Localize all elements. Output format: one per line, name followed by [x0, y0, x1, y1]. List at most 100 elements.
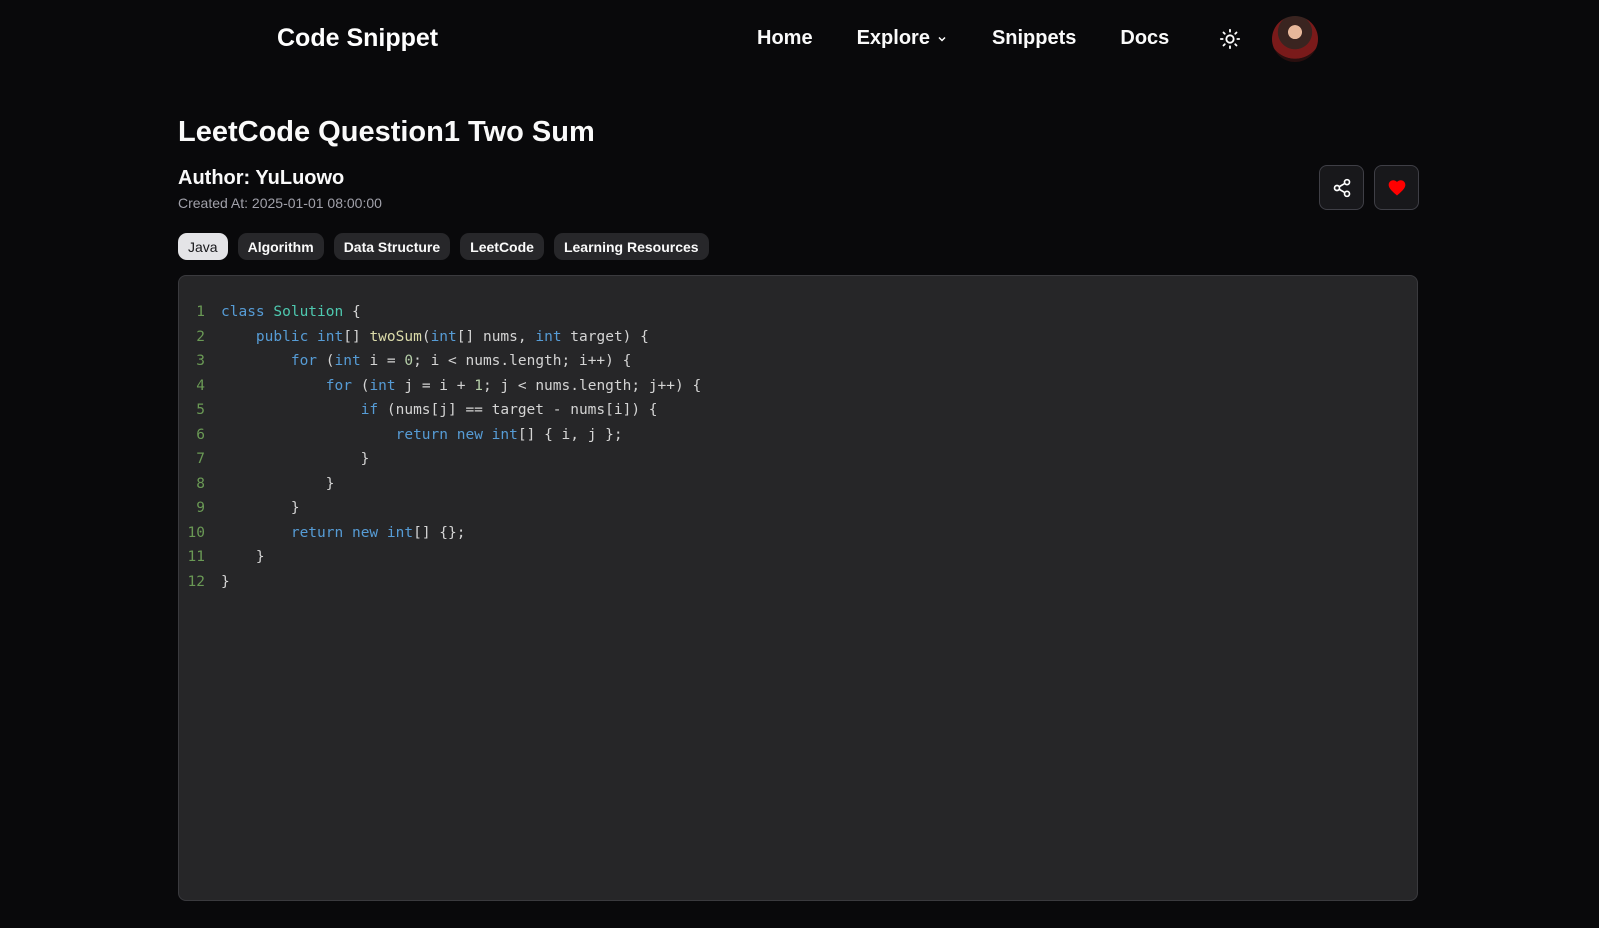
code-line: 12} [179, 570, 1417, 595]
code-token: [] { i, j }; [517, 426, 623, 443]
tag-java[interactable]: Java [178, 233, 228, 260]
code-token: target) { [561, 328, 649, 345]
code-token: [] {}; [413, 524, 466, 541]
code-token: [] nums, [456, 328, 536, 345]
code-block[interactable]: 1 class Solution {2 public int[] twoSum(i… [178, 275, 1418, 901]
tag-list: Java Algorithm Data Structure LeetCode L… [178, 233, 709, 260]
code-line: 3 for (int i = 0; i < nums.length; i++) … [179, 349, 1417, 374]
nav-explore-label: Explore [856, 27, 930, 49]
code-token: ; j < nums.length; j++) { [482, 377, 702, 394]
code-text: return new int[] { i, j }; [221, 423, 623, 448]
code-text: } [221, 570, 230, 595]
code-token: for [290, 353, 318, 369]
code-token: int [369, 377, 396, 394]
code-line: 5 if (nums[j] == target - nums[i]) { [179, 398, 1417, 423]
nav-snippets[interactable]: Snippets [992, 27, 1076, 50]
line-number: 5 [196, 402, 205, 418]
share-button[interactable] [1319, 165, 1364, 210]
brand-logo[interactable]: Code Snippet [277, 24, 438, 53]
code-token: twoSum [369, 328, 422, 345]
code-token: int [491, 426, 518, 443]
code-token: for [325, 377, 352, 394]
code-token: new [351, 524, 379, 541]
code-token: } [221, 573, 230, 590]
code-line: 1 class Solution { [179, 300, 1417, 325]
code-token: class [221, 304, 265, 320]
tag-data-structure[interactable]: Data Structure [333, 233, 451, 260]
code-line: 7 } [179, 447, 1417, 472]
code-token: j = i + [395, 377, 475, 394]
code-text: return new int[] {}; [221, 521, 466, 546]
tag-algorithm[interactable]: Algorithm [237, 233, 324, 260]
code-line: 8 } [179, 472, 1417, 497]
code-text: class Solution { [221, 300, 361, 325]
code-line: 2 public int[] twoSum(int[] nums, int ta… [179, 325, 1417, 350]
nav-home[interactable]: Home [757, 27, 813, 50]
chevron-down-icon [938, 36, 946, 42]
code-token: int [430, 328, 457, 345]
line-number: 10 [187, 524, 205, 541]
code-line: 4 for (int j = i + 1; j < nums.length; j… [179, 374, 1417, 399]
line-number: 6 [196, 426, 205, 443]
avatar[interactable] [1272, 16, 1318, 62]
code-token: ( [317, 353, 335, 369]
code-line: 10 return new int[] {}; [179, 521, 1417, 546]
code-token: (nums[j] == target - nums[i]) { [378, 402, 658, 418]
code-token: new [456, 426, 483, 443]
page-title: LeetCode Question1 Two Sum [178, 116, 595, 148]
code-token: { [343, 304, 361, 320]
sun-icon[interactable] [1219, 28, 1241, 50]
code-token: return [395, 426, 448, 443]
line-number: 1 [196, 304, 205, 320]
code-token: ( [351, 377, 370, 394]
code-text: } [221, 472, 335, 497]
nav-explore[interactable]: Explore [857, 27, 948, 50]
line-number: 2 [196, 328, 205, 345]
code-token: Solution [273, 304, 344, 320]
line-number: 12 [187, 573, 205, 590]
code-token: } [221, 500, 300, 516]
code-text: for (int j = i + 1; j < nums.length; j++… [221, 374, 701, 399]
code-token: 0 [404, 353, 414, 369]
code-token: ( [421, 328, 431, 345]
code-token: public [255, 328, 309, 345]
nav-links: Home Explore Snippets Docs [757, 27, 1169, 50]
nav-docs[interactable]: Docs [1120, 27, 1169, 50]
tag-learning-resources[interactable]: Learning Resources [553, 233, 709, 260]
line-number: 8 [196, 475, 205, 492]
code-token: int [535, 328, 562, 345]
code-token: [] [343, 328, 370, 345]
code-token: int [386, 524, 414, 541]
line-number: 3 [196, 353, 205, 369]
code-token: } [221, 549, 265, 565]
line-number: 7 [196, 451, 205, 467]
top-nav: Code Snippet Home Explore Snippets Docs [0, 0, 1599, 78]
code-line: 6 return new int[] { i, j }; [179, 423, 1417, 448]
code-token: ; i < nums.length; i++) { [413, 353, 632, 369]
favorite-button[interactable] [1374, 165, 1419, 210]
share-icon [1333, 178, 1350, 197]
code-text: public int[] twoSum(int[] nums, int targ… [221, 325, 649, 350]
line-number: 9 [196, 500, 205, 516]
code-token: if [360, 402, 379, 418]
code-token: } [221, 451, 370, 467]
code-line: 11 } [179, 545, 1417, 570]
code-text: } [221, 496, 300, 521]
code-text: for (int i = 0; i < nums.length; i++) { [221, 349, 632, 374]
code-token: 1 [474, 377, 483, 394]
code-token: } [221, 475, 335, 492]
line-number: 4 [196, 377, 205, 394]
code-text: } [221, 545, 265, 570]
code-token: int [334, 353, 361, 369]
code-token: return [290, 524, 344, 541]
line-number: 11 [187, 549, 205, 565]
tag-leetcode[interactable]: LeetCode [460, 233, 544, 260]
